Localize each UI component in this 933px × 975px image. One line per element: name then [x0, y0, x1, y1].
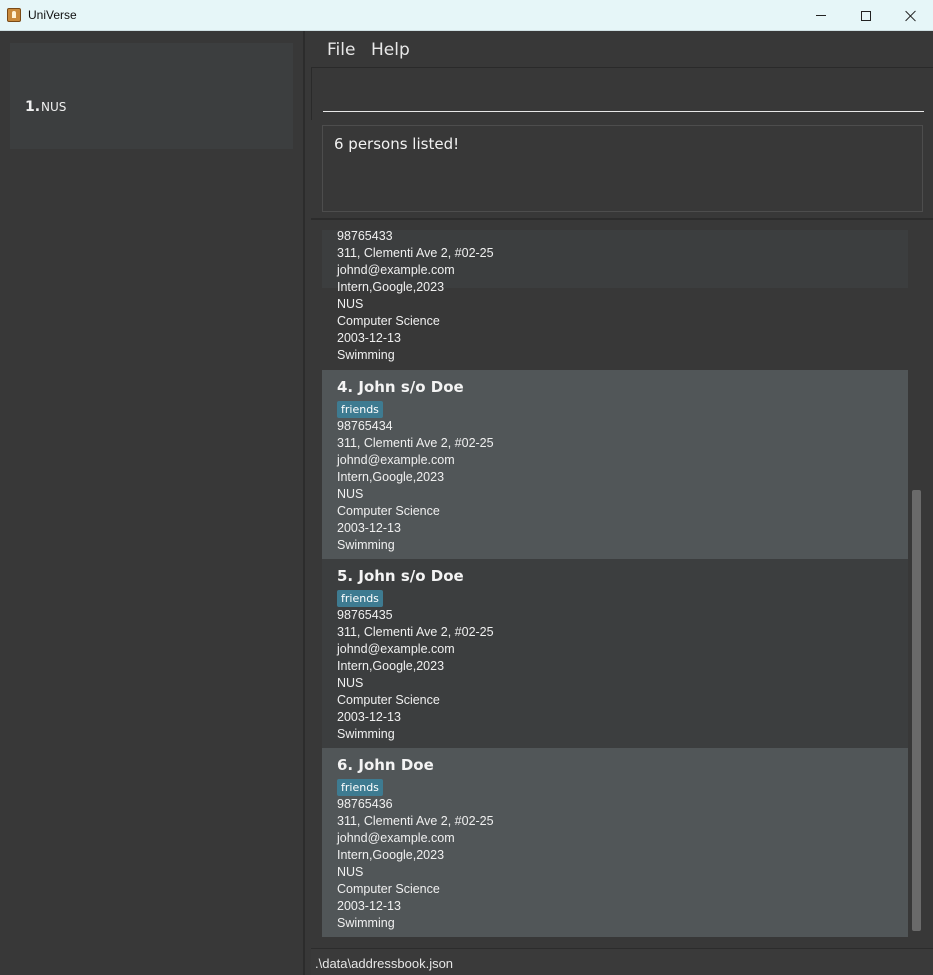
person-birthday: 2003-12-13: [337, 521, 401, 535]
person-email: johnd@example.com: [337, 263, 455, 277]
person-list-panel: 98765433 311, Clementi Ave 2, #02-25 joh…: [311, 220, 933, 948]
person-address: 311, Clementi Ave 2, #02-25: [337, 436, 494, 450]
person-phone: 98765436: [337, 797, 393, 811]
person-name: 5. John s/o Doe: [337, 567, 464, 585]
person-name: 6. John Doe: [337, 756, 434, 774]
person-card[interactable]: 6. John Doe friends 98765436 311, Clemen…: [322, 748, 908, 937]
result-message: 6 persons listed!: [334, 135, 460, 153]
data-file-path: .\data\addressbook.json: [315, 956, 454, 971]
person-birthday: 2003-12-13: [337, 899, 401, 913]
minimize-icon: [816, 15, 826, 16]
person-hobby: Swimming: [337, 348, 395, 362]
person-birthday: 2003-12-13: [337, 331, 401, 345]
organization-list-panel: 1. NUS: [0, 31, 303, 975]
person-phone: 98765434: [337, 419, 393, 433]
close-icon: [905, 10, 917, 22]
scrollbar-thumb[interactable]: [912, 490, 921, 931]
organization-index: 1.: [25, 99, 41, 115]
person-experience: Intern,Google,2023: [337, 280, 445, 294]
person-email: johnd@example.com: [337, 453, 455, 467]
person-hobby: Swimming: [337, 916, 395, 930]
person-card[interactable]: 98765433 311, Clementi Ave 2, #02-25 joh…: [322, 230, 908, 362]
person-phone: 98765433: [337, 230, 393, 243]
status-bar: .\data\addressbook.json: [311, 948, 933, 975]
person-email: johnd@example.com: [337, 831, 455, 845]
person-address: 311, Clementi Ave 2, #02-25: [337, 246, 494, 260]
title-bar: UniVerse: [0, 0, 933, 31]
person-birthday: 2003-12-13: [337, 710, 401, 724]
organization-name: NUS: [41, 100, 67, 114]
maximize-icon: [861, 10, 871, 21]
command-input[interactable]: [323, 78, 924, 112]
person-list[interactable]: 98765433 311, Clementi Ave 2, #02-25 joh…: [322, 230, 908, 937]
person-card[interactable]: 5. John s/o Doe friends 98765435 311, Cl…: [322, 559, 908, 748]
person-school: NUS: [337, 865, 364, 879]
command-box: [311, 67, 933, 120]
person-tag: friends: [337, 401, 383, 418]
close-button[interactable]: [888, 0, 933, 31]
person-major: Computer Science: [337, 882, 440, 896]
person-major: Computer Science: [337, 504, 440, 518]
minimize-button[interactable]: [798, 0, 844, 31]
person-email: johnd@example.com: [337, 642, 455, 656]
person-hobby: Swimming: [337, 538, 395, 552]
person-school: NUS: [337, 297, 364, 311]
person-school: NUS: [337, 487, 364, 501]
person-school: NUS: [337, 676, 364, 690]
person-major: Computer Science: [337, 693, 440, 707]
person-experience: Intern,Google,2023: [337, 470, 445, 484]
person-tag: friends: [337, 590, 383, 607]
maximize-button[interactable]: [843, 0, 889, 31]
person-tag: friends: [337, 779, 383, 796]
result-display: 6 persons listed!: [322, 125, 923, 212]
organization-card[interactable]: 1. NUS: [10, 43, 293, 149]
person-name: 4. John s/o Doe: [337, 378, 464, 396]
menu-bar: File Help: [305, 31, 933, 67]
person-address: 311, Clementi Ave 2, #02-25: [337, 625, 494, 639]
panel-divider[interactable]: [303, 31, 305, 975]
menu-help[interactable]: Help: [371, 40, 410, 60]
app-icon: [7, 8, 21, 22]
window-title: UniVerse: [28, 8, 77, 22]
person-address: 311, Clementi Ave 2, #02-25: [337, 814, 494, 828]
menu-file[interactable]: File: [327, 40, 355, 60]
person-phone: 98765435: [337, 608, 393, 622]
person-major: Computer Science: [337, 314, 440, 328]
person-card[interactable]: 4. John s/o Doe friends 98765434 311, Cl…: [322, 370, 908, 559]
person-experience: Intern,Google,2023: [337, 848, 445, 862]
person-experience: Intern,Google,2023: [337, 659, 445, 673]
person-hobby: Swimming: [337, 727, 395, 741]
